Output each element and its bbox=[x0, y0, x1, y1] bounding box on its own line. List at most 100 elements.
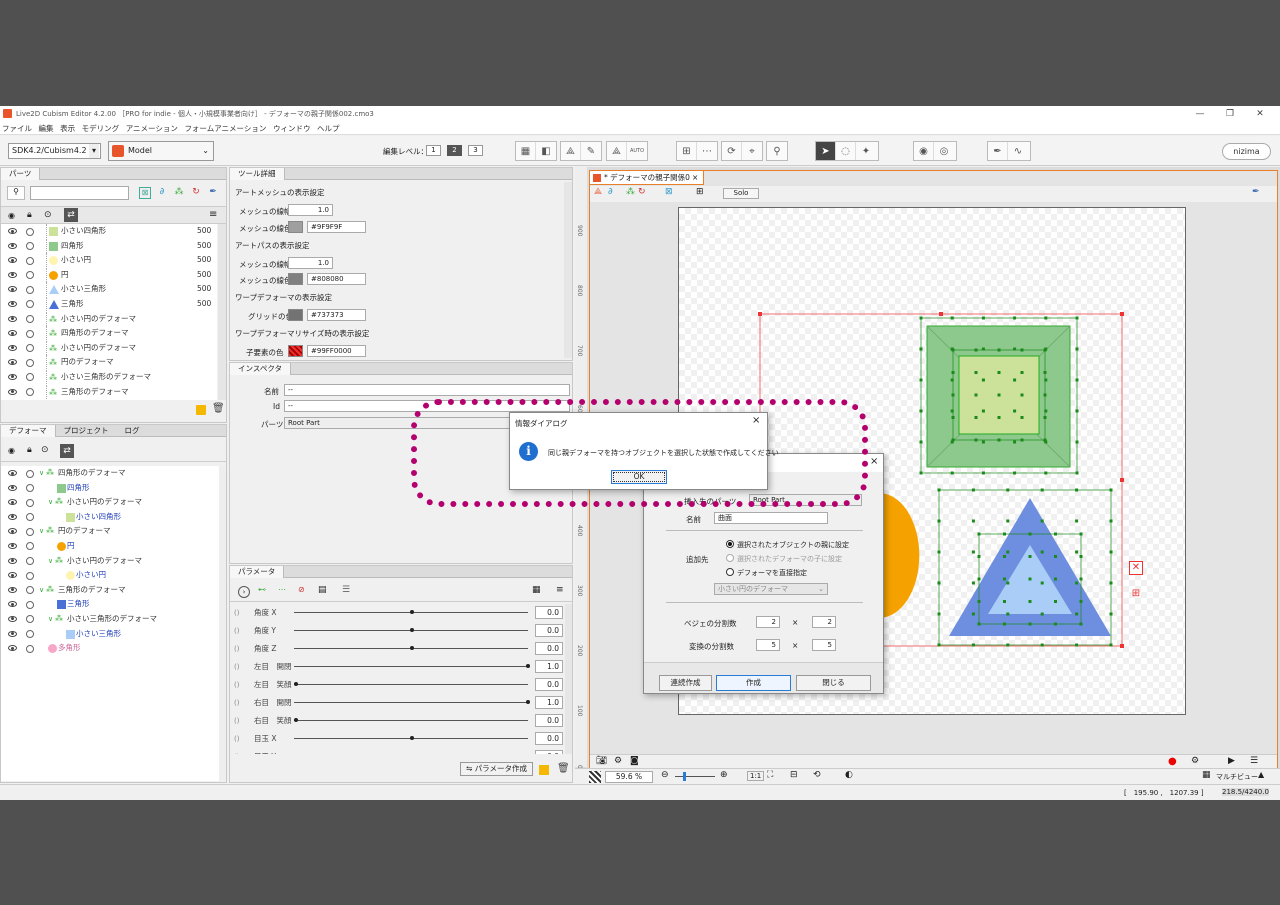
mesh-edit-icon[interactable]: ⟁ bbox=[561, 142, 581, 160]
parameter-slider[interactable] bbox=[294, 702, 528, 703]
child-color-swatch[interactable] bbox=[288, 345, 303, 357]
expand-chevron-icon[interactable]: ∨ bbox=[39, 466, 44, 481]
edit-level-1[interactable]: 1 bbox=[426, 145, 441, 156]
parts-list-item[interactable]: 四角形 500 bbox=[1, 238, 217, 254]
parameter-slider-knob[interactable] bbox=[410, 628, 414, 632]
lock-toggle[interactable] bbox=[26, 227, 34, 236]
mesh-line-width-input[interactable]: 1.0 bbox=[288, 204, 333, 216]
chevron-up-icon[interactable]: ▲ bbox=[1258, 770, 1264, 779]
eye-icon[interactable] bbox=[8, 630, 17, 637]
eye-icon[interactable] bbox=[8, 286, 17, 293]
parameter-value-input[interactable]: 0.0 bbox=[535, 606, 563, 619]
deformer-tree-item[interactable]: ∨ ⁂ 三角形のデフォーマ bbox=[1, 583, 219, 598]
mesh-view-icon[interactable]: ⊠ bbox=[665, 187, 673, 197]
menu-animation[interactable]: アニメーション bbox=[124, 122, 180, 135]
fit-width-icon[interactable]: ⊟ bbox=[790, 770, 798, 780]
grid-red-icon[interactable]: ⊞ bbox=[1129, 587, 1143, 601]
eye-icon[interactable] bbox=[8, 557, 17, 564]
pen-icon[interactable]: ✒ bbox=[988, 142, 1008, 160]
menu-edit[interactable]: 編集 bbox=[37, 122, 56, 135]
edit-level-3[interactable]: 3 bbox=[468, 145, 483, 156]
mesh-line-color-swatch[interactable] bbox=[288, 221, 303, 233]
eye-icon[interactable] bbox=[8, 373, 17, 380]
parts-list-item[interactable]: 小さい三角形 500 bbox=[1, 282, 217, 297]
expand-chevron-icon[interactable]: ∨ bbox=[39, 524, 44, 539]
viewport-tab[interactable]: * デフォーマの親子関係0 × bbox=[590, 171, 704, 185]
menu-window[interactable]: ウィンドウ bbox=[271, 122, 313, 135]
deformer-tree-item[interactable]: 多角形 bbox=[1, 641, 219, 656]
bezier-x-input[interactable]: 2 bbox=[756, 616, 780, 628]
deformer-tree-item[interactable]: ∨ ⁂ 小さい円のデフォーマ bbox=[1, 554, 219, 569]
new-folder-icon[interactable] bbox=[196, 405, 206, 415]
deformer-tree-item[interactable]: 小さい円 bbox=[1, 568, 219, 583]
brush-icon[interactable]: ✦ bbox=[856, 142, 876, 160]
eye-icon[interactable]: ◉ bbox=[8, 211, 15, 220]
menu-view[interactable]: 表示 bbox=[58, 122, 77, 135]
eye-icon[interactable] bbox=[8, 228, 17, 234]
lock-toggle[interactable] bbox=[26, 484, 34, 493]
menu-file[interactable]: ファイル bbox=[0, 122, 34, 135]
deformer-tree-item[interactable]: 小さい三角形 bbox=[1, 627, 219, 642]
parameter-value-input[interactable]: 1.0 bbox=[535, 696, 563, 709]
trash-icon[interactable]: 🗑︎ bbox=[212, 403, 225, 414]
parameter-value-input[interactable]: 1.0 bbox=[535, 660, 563, 673]
pen-icon[interactable]: ✒ bbox=[207, 187, 219, 199]
eye-icon[interactable] bbox=[8, 315, 17, 322]
expand-chevron-icon[interactable]: ∨ bbox=[48, 495, 53, 510]
tool-detail-scrollbar[interactable] bbox=[564, 182, 572, 358]
grid-icon[interactable]: ▦ bbox=[532, 585, 541, 595]
delete-key-icon[interactable]: ⊘ bbox=[298, 585, 305, 594]
deformer-tree-item[interactable]: ∨ ⁂ 円のデフォーマ bbox=[1, 524, 219, 539]
rotation-deformer-icon[interactable]: ⟳ bbox=[722, 142, 742, 160]
expand-icon[interactable]: ⊙ bbox=[44, 210, 52, 220]
parts-list-item[interactable]: 小さい四角形 500 bbox=[1, 224, 217, 239]
auto-mesh-icon[interactable]: ⟁ bbox=[607, 142, 627, 160]
parts-list-item[interactable]: ⁂ 小さい円のデフォーマ bbox=[1, 311, 217, 327]
eye-icon[interactable] bbox=[8, 257, 17, 264]
bezier-y-input[interactable]: 2 bbox=[812, 616, 836, 628]
texture-atlas-icon[interactable]: ▦ bbox=[516, 142, 536, 160]
parameter-slider[interactable] bbox=[294, 720, 528, 721]
menu-form-animation[interactable]: フォームアニメーション bbox=[182, 122, 268, 135]
lock-toggle[interactable] bbox=[26, 285, 34, 294]
parameter-slider-knob[interactable] bbox=[294, 718, 298, 722]
deformer-tree-item[interactable]: 小さい四角形 bbox=[1, 510, 219, 525]
warp-select-icon[interactable]: ⁂ bbox=[626, 187, 635, 197]
table-icon[interactable]: ▤ bbox=[318, 585, 327, 595]
close-button[interactable]: 閉じる bbox=[796, 675, 871, 691]
deformer-tree-item[interactable]: ∨ ⁂ 小さい円のデフォーマ bbox=[1, 495, 219, 510]
parameter-slider[interactable] bbox=[294, 684, 528, 685]
zoom-in-icon[interactable]: ⊕ bbox=[720, 770, 728, 780]
create-button[interactable]: 作成 bbox=[716, 675, 791, 691]
capture-icon[interactable]: ◙ bbox=[630, 756, 639, 766]
trash-icon[interactable]: 🗑︎ bbox=[557, 763, 570, 774]
eye-icon[interactable] bbox=[8, 542, 17, 549]
list-icon[interactable]: ☰ bbox=[342, 585, 350, 595]
deformer-tree-item[interactable]: 円 bbox=[1, 539, 219, 554]
nizima-button[interactable]: nizima bbox=[1222, 143, 1271, 160]
rotation-icon[interactable]: ↻ bbox=[190, 187, 202, 199]
multi-key-icon[interactable]: ⋯ bbox=[278, 585, 286, 594]
lock-toggle[interactable] bbox=[26, 300, 34, 309]
eye-icon[interactable] bbox=[8, 330, 17, 337]
close-tab-icon[interactable]: × bbox=[692, 171, 698, 185]
lock-toggle[interactable] bbox=[26, 388, 34, 397]
multiview-menu[interactable]: マルチビュー bbox=[1216, 772, 1258, 782]
lock-icon[interactable]: 🔒︎ bbox=[27, 210, 32, 220]
tab-deformer[interactable]: デフォーマ bbox=[1, 425, 56, 437]
lock-icon[interactable]: 🔒︎ bbox=[27, 445, 32, 455]
parameter-slider-knob[interactable] bbox=[410, 610, 414, 614]
eye-icon[interactable] bbox=[8, 242, 17, 249]
path-line-color-input[interactable]: #808080 bbox=[307, 273, 366, 285]
rotate-view-icon[interactable]: ⟲ bbox=[813, 770, 821, 780]
lock-toggle[interactable] bbox=[26, 344, 34, 353]
tab-tool-detail[interactable]: ツール詳細 bbox=[230, 168, 285, 180]
parts-list-item[interactable]: 円 500 bbox=[1, 267, 217, 283]
deform-path-icon[interactable]: ⚲ bbox=[767, 142, 787, 160]
list-icon[interactable]: ☰ bbox=[1250, 756, 1258, 766]
tab-log[interactable]: ログ bbox=[117, 425, 148, 437]
maximize-button[interactable]: ❐ bbox=[1216, 107, 1244, 121]
lock-toggle[interactable] bbox=[26, 615, 34, 624]
eye-icon[interactable] bbox=[8, 388, 17, 395]
parameter-slider-knob[interactable] bbox=[294, 682, 298, 686]
